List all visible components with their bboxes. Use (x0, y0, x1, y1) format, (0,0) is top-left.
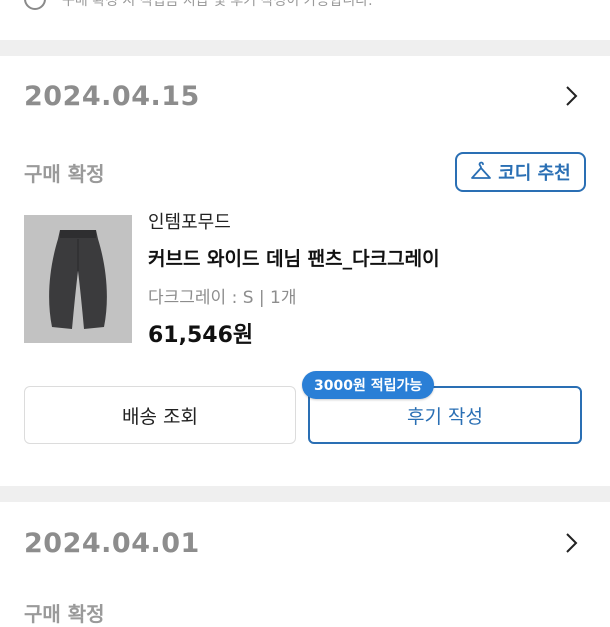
pants-image (24, 215, 132, 343)
shipping-button-label: 배송 조회 (122, 405, 198, 428)
product-option: 다크그레이 : S | 1개 (148, 288, 297, 308)
chevron-right-icon[interactable] (560, 532, 582, 554)
chevron-right-icon[interactable] (560, 85, 582, 107)
top-notice: 구매 확정 시 적립금 지급 및 후기 작성이 가능합니다. (0, 0, 610, 40)
product-brand[interactable]: 인템포무드 (148, 208, 231, 234)
hanger-icon (471, 161, 492, 179)
order-date: 2024.04.15 (24, 81, 200, 112)
info-circle-icon (24, 0, 46, 10)
codi-button-label: 코디 추천 (498, 163, 571, 184)
codi-recommend-button[interactable]: 코디 추천 (455, 152, 586, 192)
reward-badge: 3000원 적립가능 (302, 371, 435, 399)
notice-text: 구매 확정 시 적립금 지급 및 후기 작성이 가능합니다. (62, 0, 373, 9)
order-status: 구매 확정 (24, 602, 105, 626)
section-divider (0, 40, 610, 56)
product-price: 61,546원 (148, 323, 254, 348)
order-date: 2024.04.01 (24, 528, 200, 559)
section-divider (0, 486, 610, 502)
product-name[interactable]: 커브드 와이드 데님 팬츠_다크그레이 (148, 244, 440, 271)
review-button-label: 후기 작성 (407, 405, 483, 428)
product-thumbnail[interactable] (24, 215, 132, 343)
shipping-tracking-button[interactable]: 배송 조회 (24, 386, 296, 444)
order-status: 구매 확정 (24, 162, 105, 186)
